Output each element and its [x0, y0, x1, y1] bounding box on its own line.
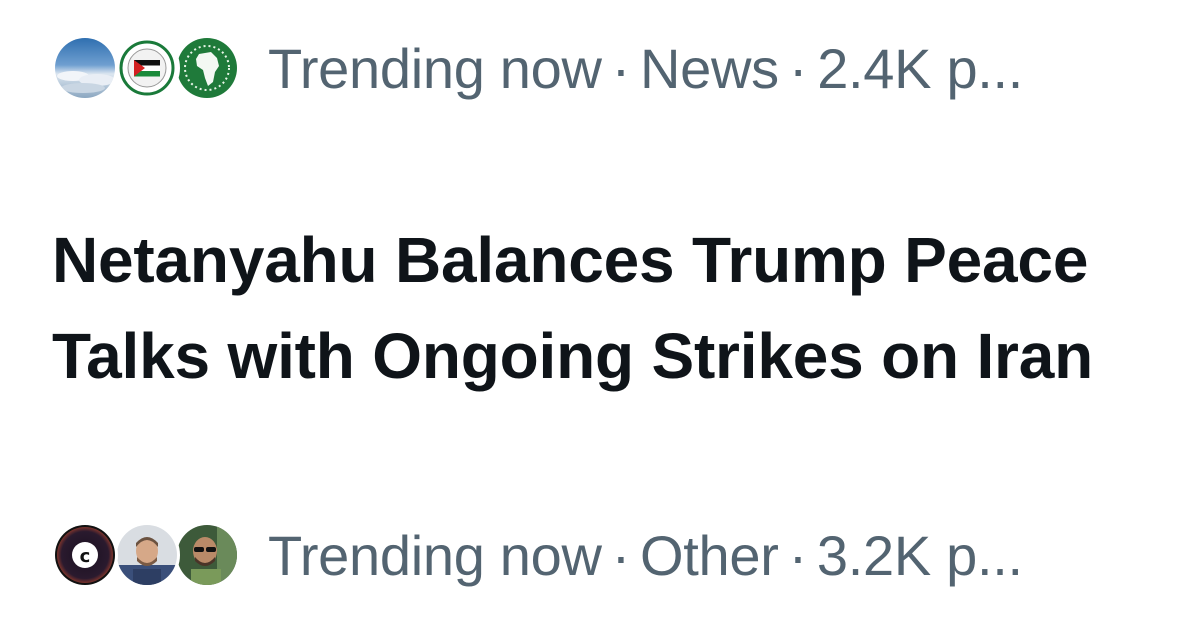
svg-text:c: c: [80, 546, 91, 567]
separator-dot: ·: [611, 523, 631, 587]
trend-meta-top[interactable]: Trending now · News · 2.4K p...: [52, 28, 1023, 108]
c-logo-avatar-icon: c: [52, 522, 118, 588]
trend-meta-text-top: Trending now · News · 2.4K p...: [268, 36, 1023, 101]
trend-category: News: [640, 36, 779, 100]
separator-dot: ·: [611, 36, 631, 100]
avatar-stack-bottom: c: [52, 517, 244, 593]
post-count: 3.2K p...: [816, 523, 1023, 587]
avatar-stack-top: [52, 30, 244, 106]
post-count: 2.4K p...: [817, 36, 1024, 100]
trend-meta-text-bottom: Trending now · Other · 3.2K p...: [268, 523, 1023, 588]
man-sunglasses-avatar-icon: [174, 522, 240, 588]
trend-category: Other: [640, 523, 779, 587]
trend-label: Trending now: [268, 36, 602, 100]
separator-dot: ·: [788, 523, 808, 587]
man-photo-avatar-icon: [114, 522, 180, 588]
sky-avatar-icon: [52, 35, 118, 101]
trend-headline[interactable]: Netanyahu Balances Trump Peace Talks wit…: [52, 212, 1152, 404]
separator-dot: ·: [788, 36, 808, 100]
palestine-flag-avatar-icon: [114, 35, 180, 101]
trend-label: Trending now: [268, 523, 602, 587]
africa-map-avatar-icon: [174, 35, 240, 101]
trending-card[interactable]: Trending now · News · 2.4K p... Netanyahu Ba…: [0, 0, 1199, 635]
trend-meta-bottom[interactable]: c Trending now · Other · 3.2K p...: [52, 515, 1023, 595]
